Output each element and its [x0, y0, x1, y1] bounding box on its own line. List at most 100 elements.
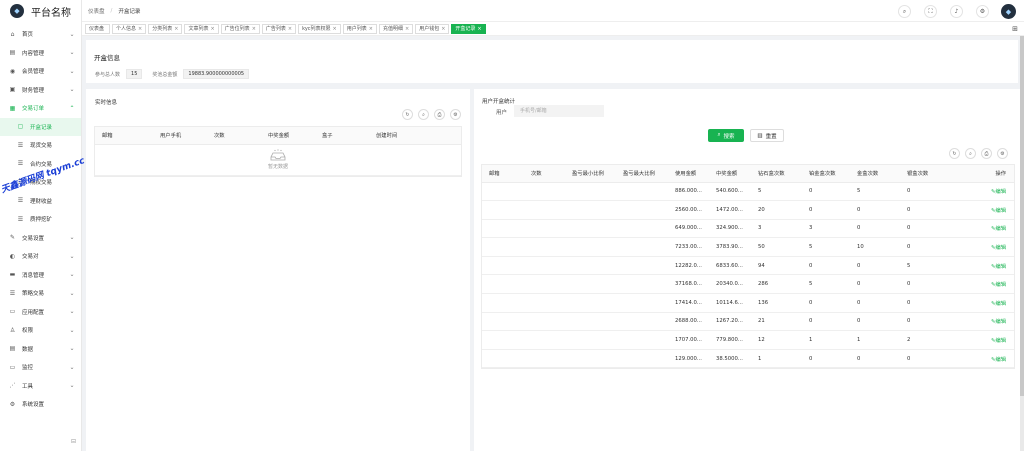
- edit-button[interactable]: ✎编辑: [991, 264, 1006, 270]
- table-cell: [616, 182, 668, 202]
- sidebar-item[interactable]: ▦ 交易订单 ⌃: [0, 99, 81, 118]
- sidebar-item[interactable]: ☰ 理财收益: [0, 192, 81, 211]
- sidebar-item[interactable]: ✎ 交易设置 ⌄: [0, 229, 81, 248]
- breadcrumb-item[interactable]: 仪表盘: [88, 7, 105, 15]
- sidebar-item[interactable]: ♙ 权限 ⌄: [0, 321, 81, 340]
- edit-button[interactable]: ✎编辑: [991, 282, 1006, 288]
- avatar[interactable]: ◆: [1001, 4, 1016, 19]
- column-header: 金盒次数: [850, 165, 900, 183]
- sidebar-item[interactable]: ▭ 应用配置 ⌄: [0, 303, 81, 322]
- brand-logo-icon: ◆: [10, 4, 24, 18]
- sidebar-item[interactable]: ▤ 数据 ⌄: [0, 340, 81, 359]
- reset-button[interactable]: ▥ 重置: [750, 129, 784, 142]
- close-icon[interactable]: ×: [333, 26, 337, 32]
- row-actions: ✎编辑: [949, 349, 1014, 369]
- edit-button[interactable]: ✎编辑: [991, 357, 1006, 363]
- close-icon[interactable]: ×: [369, 26, 373, 32]
- row-actions: ✎编辑: [949, 274, 1014, 295]
- close-icon[interactable]: ×: [288, 26, 292, 32]
- search-button[interactable]: ⌕ 搜索: [708, 129, 744, 142]
- row-actions: ✎编辑: [949, 312, 1014, 332]
- sidebar-item[interactable]: ▭ 监控 ⌄: [0, 358, 81, 377]
- chevron-icon: ⌄: [69, 345, 75, 353]
- sidebar-item[interactable]: ▤ 内容管理 ⌄: [0, 44, 81, 63]
- tab-tag[interactable]: 充值明细 ×: [378, 23, 414, 34]
- sidebar-item[interactable]: ▬ 消息管理 ⌄: [0, 266, 81, 285]
- close-icon[interactable]: ×: [441, 26, 445, 32]
- table-cell: [616, 330, 668, 350]
- tab-tag[interactable]: 广告列表 ×: [261, 23, 297, 34]
- user-search-input[interactable]: [514, 105, 604, 117]
- sidebar-item[interactable]: ◐ 交易对 ⌄: [0, 247, 81, 266]
- sidebar-item-label: 监控: [22, 365, 34, 372]
- row-actions: ✎编辑: [949, 182, 1014, 202]
- table-cell: 0: [900, 219, 949, 239]
- refresh-icon[interactable]: ↻: [949, 148, 960, 159]
- table-cell: 20: [751, 200, 802, 220]
- tab-tag[interactable]: 分类列表 ×: [148, 23, 183, 34]
- edit-button[interactable]: ✎编辑: [991, 245, 1006, 251]
- sidebar-item[interactable]: ☰ 质押挖矿: [0, 210, 81, 229]
- search-icon[interactable]: ⌕: [965, 148, 976, 159]
- table-cell: 12282.0...: [668, 256, 709, 276]
- tag-label: 个人信息: [116, 26, 137, 32]
- column-settings-icon[interactable]: ⚙: [450, 109, 461, 120]
- close-icon[interactable]: ×: [138, 26, 142, 32]
- sidebar-item[interactable]: ◉ 会员管理 ⌄: [0, 62, 81, 81]
- sidebar-item[interactable]: ▣ 财务管理 ⌄: [0, 81, 81, 100]
- grid-icon[interactable]: ⊞: [1012, 25, 1018, 33]
- bell-icon[interactable]: ♪: [950, 5, 963, 18]
- edit-button[interactable]: ✎编辑: [991, 319, 1006, 325]
- table-cell: 0: [850, 200, 900, 220]
- edit-button[interactable]: ✎编辑: [991, 301, 1006, 307]
- edit-button[interactable]: ✎编辑: [991, 226, 1006, 232]
- search-icon[interactable]: ⌕: [898, 5, 911, 18]
- sidebar-item[interactable]: ☰ 策略交易 ⌄: [0, 284, 81, 303]
- sidebar-item[interactable]: ⋰ 工具 ⌄: [0, 377, 81, 396]
- tab-tag[interactable]: kyc列表权限 ×: [298, 23, 341, 34]
- tab-tag[interactable]: 开盒记录 ×: [451, 23, 486, 34]
- tab-tag[interactable]: 文章列表 ×: [184, 23, 219, 34]
- fullscreen-icon[interactable]: ⛶: [924, 5, 937, 18]
- close-icon[interactable]: ×: [405, 26, 409, 32]
- sidebar-item[interactable]: ▢ 开盒记录: [0, 117, 81, 136]
- table-cell: 0: [802, 200, 850, 220]
- table-cell: 1472.00...: [709, 200, 751, 220]
- gear-icon[interactable]: ⚙: [976, 5, 989, 18]
- search-icon[interactable]: ⌕: [418, 109, 429, 120]
- page-scrollbar-thumb[interactable]: [1020, 36, 1024, 396]
- close-icon[interactable]: ×: [210, 26, 214, 32]
- tag-label: 文章列表: [188, 26, 209, 32]
- column-settings-icon[interactable]: ⚙: [997, 148, 1008, 159]
- sidebar-item[interactable]: ⌂ 首页 ⌄: [0, 25, 81, 44]
- sidebar-item-label: 数据: [22, 346, 34, 353]
- tab-tag[interactable]: 广告位列表 ×: [220, 23, 260, 34]
- table-header-row: 邮箱 次数 盈亏最小比例 盈亏最大比例 使用金额 中奖金额 钻石盒次数 铂金盒次数 金盒次数 银盒…: [482, 165, 1014, 183]
- edit-button[interactable]: ✎编辑: [991, 189, 1006, 195]
- sidebar-menu: ⌂ 首页 ⌄ ▤ 内容管理 ⌄ ◉ 会员管理 ⌄ ▣ 财务管理 ⌄ ▦ 交易订单 ⌃ ▢ 开盒记录 ☰ 现货交易 ☰ 合…: [0, 25, 81, 414]
- tab-tag[interactable]: 用户钱包 ×: [415, 23, 450, 34]
- close-icon[interactable]: ×: [174, 26, 178, 32]
- table-cell: [524, 274, 565, 295]
- brand[interactable]: ◆ 平台名称: [0, 0, 81, 22]
- tab-tag[interactable]: 用户列表 ×: [342, 23, 377, 34]
- close-icon[interactable]: ×: [252, 26, 256, 32]
- tab-tag[interactable]: 个人信息 ×: [112, 23, 147, 34]
- refresh-icon[interactable]: ↻: [402, 109, 413, 120]
- tag-label: 广告列表: [265, 26, 286, 32]
- tab-tag[interactable]: 仪表盘: [85, 23, 111, 34]
- close-icon[interactable]: ×: [477, 26, 481, 32]
- print-icon[interactable]: ⎙: [434, 109, 445, 120]
- print-icon[interactable]: ⎙: [981, 148, 992, 159]
- edit-button[interactable]: ✎编辑: [991, 208, 1006, 214]
- collapse-icon[interactable]: ⊟: [71, 438, 76, 445]
- sidebar-item[interactable]: ☰ 现货交易: [0, 136, 81, 155]
- edit-button[interactable]: ✎编辑: [991, 338, 1006, 344]
- table-cell: 0: [802, 349, 850, 369]
- table-cell: 136: [751, 293, 802, 313]
- summary-title: 开盒信息: [94, 54, 120, 62]
- table-row: 2560.00... 1472.00... 20 0 0 0 ✎编辑: [482, 200, 1014, 220]
- edit-label: 编辑: [995, 226, 1006, 233]
- sidebar-item[interactable]: ⚙ 系统设置: [0, 395, 81, 414]
- row-actions: ✎编辑: [949, 219, 1014, 239]
